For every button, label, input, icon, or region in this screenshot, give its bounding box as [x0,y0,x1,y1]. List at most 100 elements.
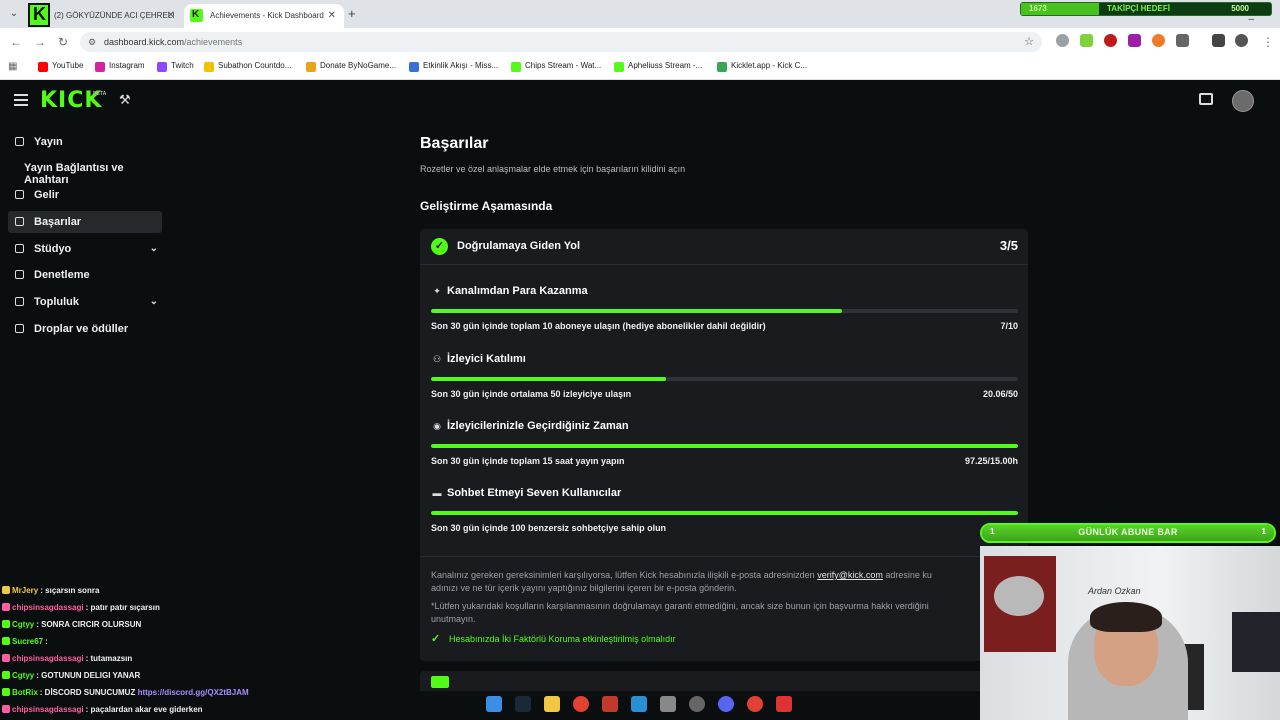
bookmark-item[interactable]: Kicklet.app - Kick C... [717,61,807,72]
chat-message: MrJery: sıçarsın sonra [2,586,99,595]
app-icon[interactable] [631,696,647,712]
sidebar-item-3[interactable]: Başarılar [8,211,162,233]
extension-opera-icon[interactable] [1104,34,1117,47]
chat-badge-icon [2,671,10,679]
app-icon[interactable] [689,696,705,712]
close-tab-icon[interactable]: ✕ [328,4,336,28]
chat-badge-icon [2,688,10,696]
achievement-progress-fill [431,511,1018,515]
chart-icon [12,184,26,208]
bookmark-item[interactable]: Etkinlik Akışı - Miss... [409,61,498,72]
chat-message: BotRix: DİSCORD SUNUCUMUZ https://discor… [2,688,249,697]
tab-search-chevron-icon[interactable]: ⌄ [6,6,22,22]
sidebar-item-5[interactable]: Denetleme [8,264,162,286]
windows-start-icon[interactable] [486,696,502,712]
window-controls[interactable]: – [1248,14,1272,25]
sidebar-item-label: Topluluk [34,296,80,308]
section-title: Geliştirme Aşamasında [420,199,553,213]
site-info-icon[interactable]: ⚙ [88,32,96,52]
note-paragraph-1: Kanalınız gereken gereksinimleri karşılı… [431,569,991,595]
stream-manager-icon[interactable] [1199,93,1213,105]
sidebar-item-6[interactable]: Topluluk ⌄ [8,291,162,313]
bookmark-item[interactable]: Donate ByNoGame... [306,61,396,72]
chrome-icon[interactable] [747,696,763,712]
url-path: /achievements [184,37,243,47]
close-tab-icon[interactable]: ✕ [167,4,175,28]
sidebar-item-label: Gelir [34,189,60,201]
achievement-item: ⚇ İzleyici Katılımı Son 30 gün içinde orta… [431,353,1018,413]
folder-icon[interactable] [544,696,560,712]
sub-bar-target: 1 [1261,527,1266,536]
kick-favicon-icon [190,4,203,27]
steam-icon[interactable] [515,696,531,712]
chrome-icon[interactable] [573,696,589,712]
bookmark-item[interactable]: Twitch [157,61,194,72]
verify-email-link[interactable]: verify@kick.com [817,570,883,580]
tab-label: Achievements - Kick Dashboard [210,11,324,20]
bookmark-item[interactable]: Subathon Countdo... [204,61,291,72]
bookmark-favicon-icon [614,62,624,72]
kick-overlay-logo [28,3,50,27]
sidebar-item-2[interactable]: Gelir [8,184,162,206]
avatar[interactable] [1232,90,1254,112]
chat-text: GOTUNUN DELIGI YANAR [41,671,141,680]
extension-purple-icon[interactable] [1128,34,1141,47]
reload-icon[interactable]: ↻ [58,35,68,49]
sidebar-item-stream-key[interactable]: Yayın Bağlantısı ve Anahtarı [24,162,170,186]
sidebar-item-label: Droplar ve ödüller [34,323,129,335]
bookmark-star-icon[interactable]: ☆ [1024,32,1034,52]
bookmark-label: Instagram [109,61,145,70]
back-icon[interactable]: ← [10,35,22,49]
sidebar-item-label: Başarılar [34,216,82,228]
app-icon[interactable] [602,696,618,712]
card-title: Doğrulamaya Giden Yol [457,240,581,252]
discord-icon[interactable] [718,696,734,712]
profile-icon[interactable] [1235,34,1248,47]
next-card[interactable] [420,671,1028,691]
chat-message: chipsinsagdassagi: paçalardan akar eve g… [2,705,203,714]
bookmark-item[interactable]: Chips Stream - Wat... [511,61,601,72]
note-paragraph-2: *Lütfen yukarıdaki koşulların karşılanma… [431,600,991,626]
extensions-puzzle-icon[interactable] [1176,34,1189,47]
extension-shield-icon[interactable] [1056,34,1069,47]
chat-text: SONRA CIRCIR OLURSUN [41,620,142,629]
browser-tab-2[interactable]: Achievements - Kick Dashboard ✕ [184,4,344,28]
bookmark-favicon-icon [95,62,105,72]
chat-message: chipsinsagdassagi: tutamazsın [2,654,132,663]
bookmark-item[interactable]: Apheliuss Stream -... [614,61,703,72]
url-field[interactable]: ⚙ dashboard.kick.com/achievements ☆ [80,32,1042,52]
apps-grid-icon[interactable]: ▦ [8,61,17,72]
browser-tab-1[interactable]: (2) GÖKYÜZÜNDE ACI ÇEHRELI ✕ [28,4,183,28]
sidebar-item-0[interactable]: Yayın [8,131,162,153]
app-icon[interactable] [776,696,792,712]
chat-badge-icon [2,603,10,611]
sidebar-item-7[interactable]: Droplar ve ödüller [8,318,162,340]
forward-icon[interactable]: → [34,35,46,49]
two-factor-label: Hesabınızda İki Faktörlü Koruma etkinleş… [449,634,676,644]
sidebar-item-4[interactable]: Stüdyo ⌄ [8,238,162,260]
trophy-icon [12,211,26,235]
streamer-hair [1090,602,1162,632]
card-header[interactable]: ✓ Doğrulamaya Giden Yol 3/5 [420,229,1028,265]
achievement-item: ▬ Sohbet Etmeyi Seven Kullanıcılar Son 30 … [431,487,1018,547]
chat-link[interactable]: https://discord.gg/QX2tBJAM [138,688,249,697]
extension-green-icon[interactable] [1080,34,1093,47]
chevron-down-icon[interactable]: ⌄ [150,291,158,313]
media-controls-icon[interactable] [1212,34,1225,47]
hamburger-menu-icon[interactable] [14,94,28,106]
bookmark-label: Apheliuss Stream -... [628,61,703,70]
bookmark-item[interactable]: Instagram [95,61,145,72]
extension-orange-icon[interactable] [1152,34,1165,47]
app-icon[interactable] [660,696,676,712]
new-tab-icon[interactable]: + [348,6,356,21]
chat-username: BotRix [12,688,38,697]
sidebar-item-label: Stüdyo [34,243,72,255]
creator-tools-icon[interactable]: ⚒ [119,92,131,108]
chevron-down-icon[interactable]: ⌄ [150,238,158,260]
achievement-progress-bar [431,309,1018,313]
achievement-progress-fill [431,309,842,313]
bookmark-item[interactable]: YouTube [38,61,83,72]
card-progress-count: 3/5 [999,238,1018,253]
menu-dots-icon[interactable]: ⋮ [1262,35,1274,49]
chat-username: MrJery [12,586,39,595]
